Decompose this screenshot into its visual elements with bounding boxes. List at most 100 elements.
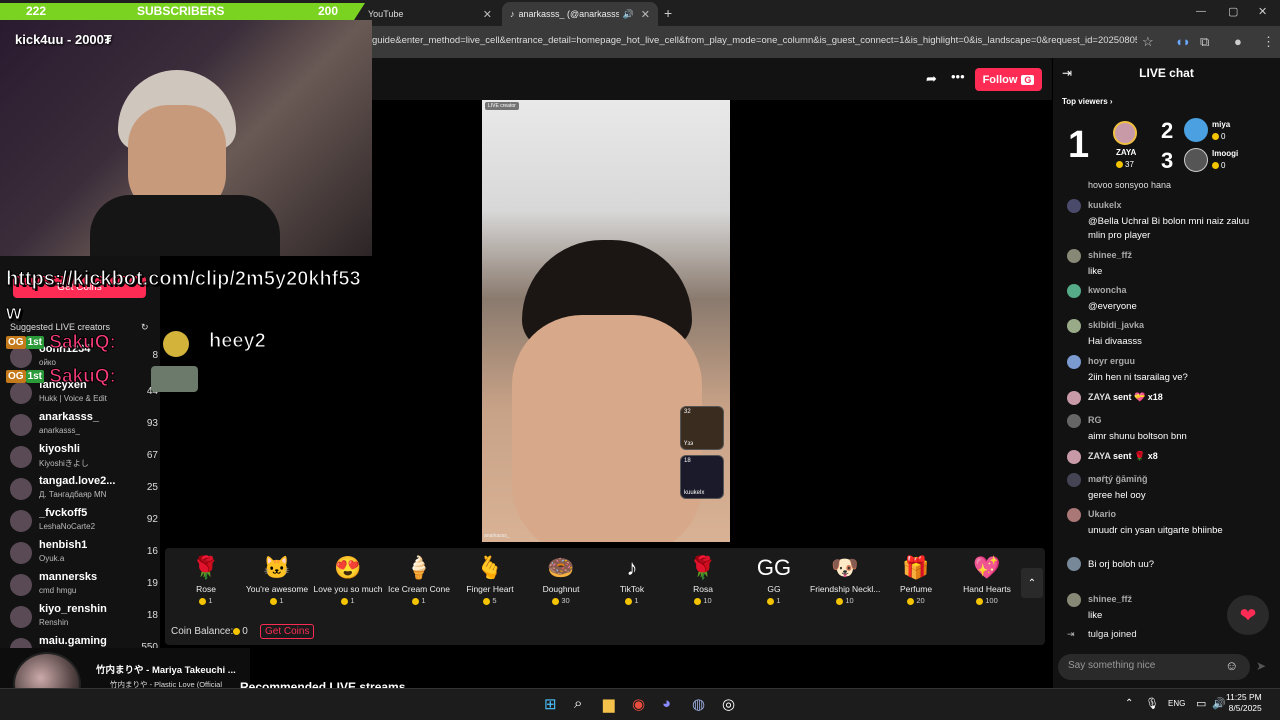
emoji-icon[interactable]: ☺	[1225, 658, 1238, 673]
creator-subtitle: Д. Тангадбаяр MN	[39, 490, 107, 499]
suggested-creator[interactable]: mannersks cmd hmgu 19	[10, 570, 158, 602]
avatar	[1067, 391, 1081, 405]
creator-name: henbish1	[39, 539, 88, 551]
coin-icon	[976, 597, 984, 605]
minimize-button[interactable]: —	[1196, 6, 1206, 17]
guest-count: 18	[684, 458, 691, 464]
gift-item[interactable]: ♪ TikTok 1	[597, 552, 667, 605]
top-viewers-link[interactable]: Top viewers ›	[1062, 97, 1113, 106]
url-field[interactable]: guide&enter_method=live_cell&entrance_de…	[372, 35, 1137, 46]
join-icon: ⇥	[1067, 629, 1075, 639]
tab-tiktok-live[interactable]: ♪ anarkasss_ (@anarkasss_) i... 🔊 ✕	[502, 2, 658, 26]
chat-username: RG	[1088, 415, 1102, 425]
avatar	[1067, 414, 1081, 428]
follow-button[interactable]: Follow G	[975, 68, 1042, 91]
avatar[interactable]	[1184, 148, 1208, 172]
suggested-creator[interactable]: anarkasss_ anarkasss_ 93	[10, 410, 158, 442]
guest-name: Үзэ	[684, 441, 694, 447]
suggested-creator[interactable]: _fvckoff5 LeshaNoCarte2 92	[10, 506, 158, 538]
send-icon[interactable]: ➤	[1256, 659, 1266, 673]
close-icon[interactable]: ✕	[641, 8, 650, 21]
gift-item[interactable]: 🌹 Rosa 10	[668, 552, 738, 605]
windows-start-icon[interactable]: ⊞	[544, 695, 557, 713]
gift-item[interactable]: 🍩 Doughnut 30	[526, 552, 596, 605]
gift-item[interactable]: 🍦 Ice Cream Cone 1	[384, 552, 454, 605]
avatar	[1067, 284, 1081, 298]
share-icon[interactable]: ➦	[926, 71, 937, 87]
creator-subtitle: anarkasss_	[39, 426, 80, 435]
guest-2[interactable]: 18 kuukelx	[680, 455, 724, 499]
file-explorer-icon[interactable]: ▆	[603, 695, 615, 713]
gift-name: Finger Heart	[466, 584, 514, 594]
suggested-creator[interactable]: tangad.love2... Д. Тангадбаяр MN 25	[10, 474, 158, 506]
gift-item[interactable]: 🐶 Friendship Neckl... 10	[810, 552, 880, 605]
language-indicator[interactable]: ENG	[1168, 699, 1185, 708]
suggested-creator[interactable]: kiyoshli Kiyoshiきよし 67	[10, 442, 158, 474]
guest-1[interactable]: 32 Үзэ	[680, 406, 724, 450]
steam-icon[interactable]: ◍	[692, 695, 705, 713]
extension-icon[interactable]: ◖◗	[1175, 34, 1191, 49]
creator-subtitle: Renshin	[39, 618, 69, 627]
chat-gift-line: ZAYA sent 💝 x18	[1088, 392, 1163, 402]
guest-count: 32	[684, 409, 691, 415]
gift-price: 1	[384, 596, 454, 605]
discord-icon[interactable]: ◕	[662, 695, 671, 712]
creator-subtitle: Kiyoshiきよし	[39, 459, 89, 468]
get-coins-button[interactable]: Get Coins	[260, 624, 315, 639]
new-tab-button[interactable]: +	[664, 5, 672, 21]
search-icon[interactable]: ⌕	[574, 695, 582, 712]
avatar	[10, 478, 32, 500]
volume-icon[interactable]: 🔊	[1212, 697, 1226, 710]
chat-text: geree hel ooy	[1088, 490, 1146, 501]
bookmark-star-icon[interactable]: ☆	[1142, 34, 1154, 50]
speaker-icon[interactable]: 🔊	[623, 9, 634, 20]
coin-icon	[341, 597, 349, 605]
chrome-icon[interactable]: ◉	[632, 695, 645, 713]
avatar[interactable]	[1184, 118, 1208, 142]
close-window-button[interactable]: ✕	[1258, 5, 1267, 18]
gift-item[interactable]: GG GG 1	[739, 552, 809, 605]
creator-subtitle: cmd hmgu	[39, 586, 77, 595]
suggested-creator[interactable]: kiyo_renshin Renshin 18	[10, 602, 158, 634]
microphone-icon[interactable]: 🎙	[1145, 697, 1159, 710]
more-options-icon[interactable]: •••	[951, 69, 965, 84]
viewer-count: 93	[146, 418, 158, 429]
obs-icon[interactable]: ◎	[722, 695, 735, 713]
chat-input[interactable]: Say something nice	[1058, 654, 1250, 680]
like-heart-button[interactable]: ❤	[1227, 595, 1269, 635]
chevron-up-icon[interactable]: ⌃	[1021, 568, 1043, 598]
chat-text: aimr shunu boltson bnn	[1088, 431, 1187, 442]
creator-name: maiu.gaming	[39, 635, 107, 647]
profile-avatar[interactable]: ●	[1234, 34, 1242, 49]
coin-icon	[270, 597, 278, 605]
tab-label: anarkasss_ (@anarkasss_) i...	[518, 9, 619, 19]
gift-price: 1	[739, 596, 809, 605]
overlay-chat-message: heey2	[209, 330, 267, 353]
chevron-up-icon[interactable]: ⌃	[1125, 698, 1133, 709]
gift-item[interactable]: 💖 Hand Hearts 100	[952, 552, 1022, 605]
menu-dots-icon[interactable]: ⋮	[1262, 34, 1275, 50]
gift-item[interactable]: 🐱 You're awesome 1	[242, 552, 312, 605]
network-icon[interactable]: ▭	[1196, 697, 1206, 710]
avatar	[1067, 319, 1081, 333]
viewer-name: ZAYA	[1116, 148, 1137, 157]
clock[interactable]: 11:25 PM 8/5/2025	[1226, 692, 1262, 714]
avatar[interactable]	[1113, 121, 1137, 145]
gift-item[interactable]: 🌹 Rose 1	[171, 552, 241, 605]
overlay-chat-line: OG 1st SakuQ:	[6, 332, 116, 354]
close-icon[interactable]: ✕	[483, 8, 492, 21]
suggested-creator[interactable]: henbish1 Oyuk.a 16	[10, 538, 158, 570]
gift-name: You're awesome	[245, 584, 309, 594]
tab-youtube[interactable]: YouTube ✕	[360, 2, 500, 26]
gift-item[interactable]: 🎁 Perfume 20	[881, 552, 951, 605]
gift-icon: 🫰	[476, 555, 504, 580]
chat-username: shinee_ffž	[1088, 250, 1133, 260]
maximize-button[interactable]: ▢	[1228, 5, 1238, 18]
gift-item[interactable]: 🫰 Finger Heart 5	[455, 552, 525, 605]
music-title: 竹内まりや - Mariya Takeuchi ...	[96, 665, 236, 676]
gift-item[interactable]: 😍 Love you so much 1	[313, 552, 383, 605]
chat-username: hoyr erguu	[1088, 356, 1136, 366]
extensions-puzzle-icon[interactable]: ⧉	[1200, 34, 1209, 50]
creator-name: mannersks	[39, 571, 98, 583]
gift-name: Friendship Neckl...	[810, 584, 880, 594]
